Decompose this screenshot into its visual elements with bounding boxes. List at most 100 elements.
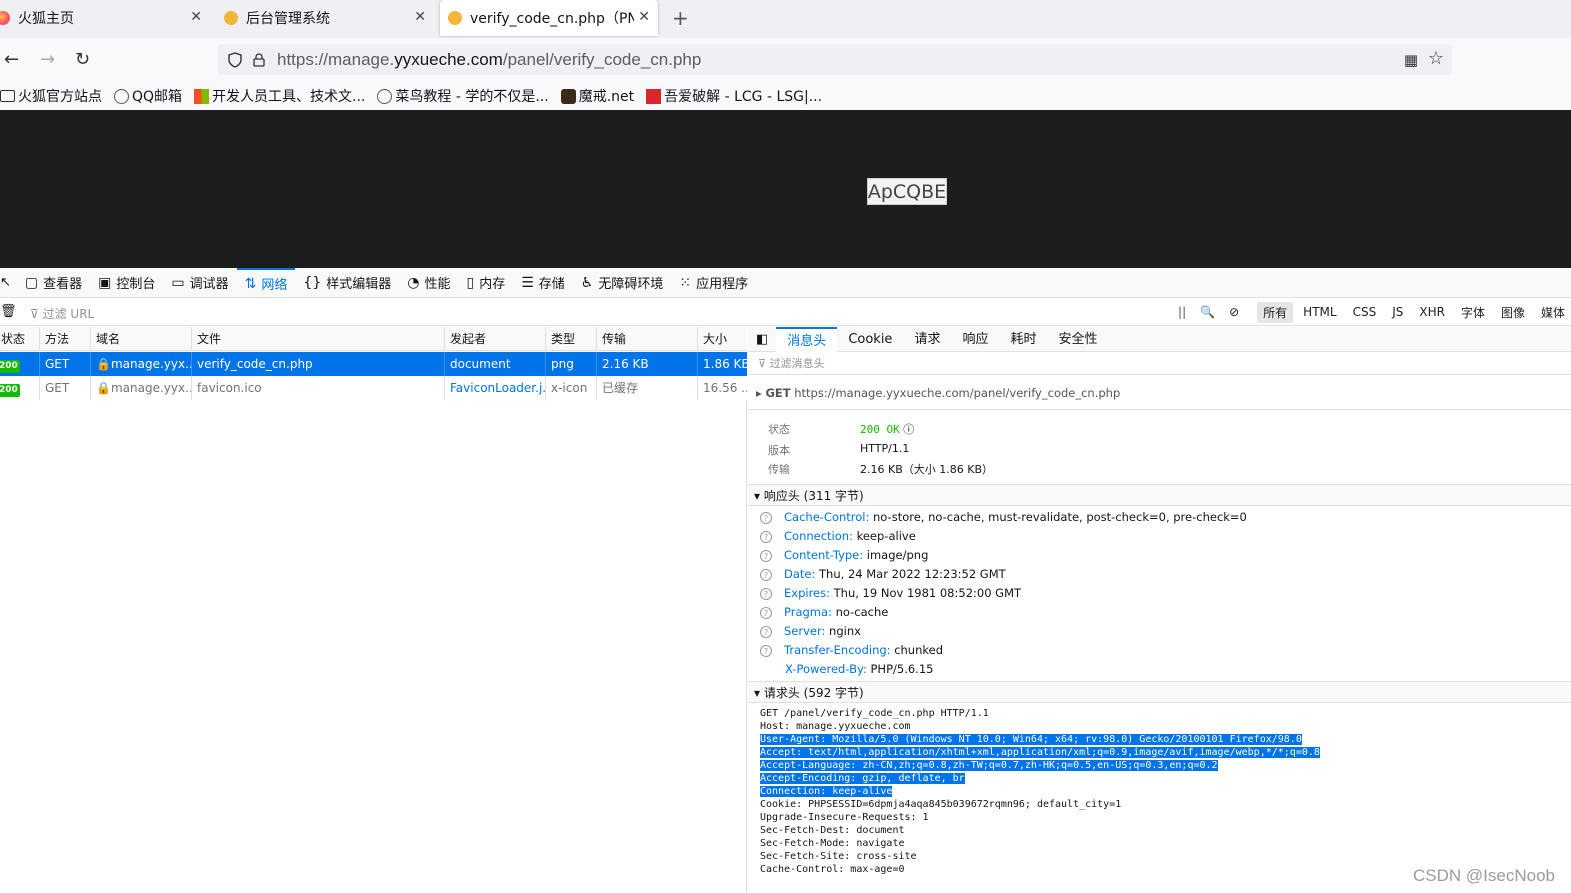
network-filter-bar: 🗑 ⊽ 过滤 URL || 🔍 ⊘ 所有 HTML CSS JS XHR 字体 … bbox=[0, 298, 1571, 326]
url-bar[interactable]: https://manage.yyxueche.com/panel/verify… bbox=[218, 44, 1452, 75]
col-status[interactable]: 状态 bbox=[0, 327, 40, 351]
tab-timings[interactable]: 耗时 bbox=[999, 327, 1047, 352]
bookmark-item[interactable]: 开发人员工具、技术文... bbox=[194, 86, 365, 106]
col-domain[interactable]: 域名 bbox=[91, 327, 192, 351]
block-icon[interactable]: ⊘ bbox=[1229, 305, 1239, 319]
filter-font[interactable]: 字体 bbox=[1455, 302, 1491, 323]
tab-verify-code[interactable]: verify_code_cn.php（PNG ✕ bbox=[440, 0, 658, 36]
col-method[interactable]: 方法 bbox=[40, 327, 91, 351]
cell-method: GET bbox=[40, 376, 91, 400]
filter-xhr[interactable]: XHR bbox=[1413, 303, 1451, 321]
globe-icon bbox=[377, 88, 393, 104]
cell-method: GET bbox=[40, 352, 91, 376]
col-transfer[interactable]: 传输 bbox=[597, 327, 698, 351]
request-headers-section[interactable]: ▾ 请求头 (592 字节) bbox=[748, 681, 1571, 703]
response-header-row: ? Connection: keep-alive bbox=[760, 529, 916, 543]
page-favicon-icon bbox=[224, 11, 238, 25]
new-tab-button[interactable]: + bbox=[672, 6, 689, 30]
trash-icon[interactable]: 🗑 bbox=[0, 304, 17, 319]
toggle-panel-icon[interactable]: ◧ bbox=[748, 327, 776, 352]
gauge-icon: ◔ bbox=[407, 274, 420, 291]
tool-storage[interactable]: ☰ 存储 bbox=[513, 268, 573, 298]
tab-cookies[interactable]: Cookie bbox=[837, 327, 903, 352]
memory-icon: ▯ bbox=[466, 274, 475, 291]
pause-icon[interactable]: || bbox=[1178, 305, 1186, 319]
filter-all[interactable]: 所有 bbox=[1257, 301, 1294, 323]
lock-icon[interactable] bbox=[253, 52, 265, 67]
cell-type: png bbox=[546, 352, 597, 376]
filter-headers-input[interactable]: ⊽ 过滤消息头 bbox=[748, 353, 1571, 375]
cell-size: 16.56 ... bbox=[703, 381, 747, 395]
col-size[interactable]: 大小 bbox=[698, 327, 747, 351]
tool-application[interactable]: ⁙ 应用程序 bbox=[671, 268, 756, 298]
filter-css[interactable]: CSS bbox=[1347, 303, 1383, 321]
tab-firefox-home[interactable]: 火狐主页 ✕ bbox=[0, 0, 210, 36]
qr-code-icon[interactable]: ▦ bbox=[1404, 51, 1418, 69]
tool-debugger[interactable]: ▭ 调试器 bbox=[163, 268, 236, 298]
forward-icon[interactable]: → bbox=[40, 49, 55, 70]
tool-network[interactable]: ⇅ 网络 bbox=[236, 267, 296, 298]
cell-transfer: 已缓存 bbox=[597, 376, 698, 400]
cell-size: 1.86 KB bbox=[703, 357, 747, 371]
help-icon: ⓘ bbox=[903, 423, 915, 436]
col-file[interactable]: 文件 bbox=[192, 327, 445, 351]
filter-js[interactable]: JS bbox=[1386, 303, 1409, 321]
firefox-icon bbox=[0, 11, 10, 25]
bookmark-item[interactable]: 吾爱破解 - LCG - LSG|... bbox=[646, 86, 822, 106]
reload-icon[interactable]: ↻ bbox=[75, 49, 90, 70]
filter-url-input[interactable]: ⊽ 过滤 URL bbox=[30, 305, 94, 322]
response-header-row: X-Powered-By: PHP/5.6.15 bbox=[785, 662, 934, 676]
help-icon: ? bbox=[760, 645, 772, 657]
tab-headers[interactable]: 消息头 bbox=[776, 326, 838, 352]
cell-domain: 🔒manage.yyx... bbox=[91, 352, 192, 376]
status-badge: 200 bbox=[0, 360, 20, 373]
tab-admin[interactable]: 后台管理系统 ✕ bbox=[222, 0, 434, 36]
tab-security[interactable]: 安全性 bbox=[1047, 327, 1108, 352]
pick-element-icon[interactable]: ↖ bbox=[0, 268, 17, 298]
close-icon[interactable]: ✕ bbox=[414, 9, 426, 25]
col-type[interactable]: 类型 bbox=[546, 327, 597, 351]
filter-image[interactable]: 图像 bbox=[1495, 302, 1531, 323]
tool-console[interactable]: ▣ 控制台 bbox=[90, 268, 163, 298]
col-initiator[interactable]: 发起者 bbox=[445, 327, 546, 351]
tool-style-editor[interactable]: {} 样式编辑器 bbox=[295, 268, 399, 298]
help-icon: ? bbox=[760, 626, 772, 638]
bookmark-star-icon[interactable]: ☆ bbox=[1428, 48, 1444, 69]
tab-request[interactable]: 请求 bbox=[903, 327, 951, 352]
shield-icon[interactable] bbox=[227, 51, 243, 68]
search-icon[interactable]: 🔍 bbox=[1200, 305, 1215, 319]
cell-domain: 🔒manage.yyx... bbox=[91, 376, 192, 400]
raw-request-headers[interactable]: GET /panel/verify_code_cn.php HTTP/1.1 Ho… bbox=[760, 707, 1320, 876]
cell-initiator[interactable]: FaviconLoader.j... bbox=[445, 376, 546, 400]
request-summary[interactable]: ▸ GET https://manage.yyxueche.com/panel/… bbox=[748, 376, 1571, 410]
close-icon[interactable]: ✕ bbox=[634, 9, 650, 25]
response-headers-section[interactable]: ▾ 响应头 (311 字节) bbox=[748, 484, 1571, 506]
tool-memory[interactable]: ▯ 内存 bbox=[458, 268, 513, 298]
watermark: CSDN @IsecNoob bbox=[1413, 866, 1555, 885]
tab-response[interactable]: 响应 bbox=[951, 327, 999, 352]
filter-media[interactable]: 媒体 bbox=[1535, 302, 1571, 323]
inspector-icon: ▢ bbox=[24, 274, 39, 291]
tool-accessibility[interactable]: ♿ 无障碍环境 bbox=[573, 268, 672, 298]
braces-icon: {} bbox=[303, 274, 322, 291]
tool-inspector[interactable]: ▢ 查看器 bbox=[17, 268, 90, 298]
bookmarks-toolbar: 火狐官方站点 QQ邮箱 开发人员工具、技术文... 菜鸟教程 - 学的不仅是..… bbox=[0, 82, 1571, 110]
bookmark-item[interactable]: 菜鸟教程 - 学的不仅是... bbox=[377, 86, 549, 106]
table-row[interactable]: 200 GET 🔒manage.yyx... favicon.ico Favic… bbox=[0, 376, 747, 400]
help-icon: ? bbox=[760, 569, 772, 581]
globe-icon bbox=[114, 88, 129, 104]
response-header-row: ? Expires: Thu, 19 Nov 1981 08:52:00 GMT bbox=[760, 586, 1021, 600]
bookmark-item[interactable]: 魔戒.net bbox=[560, 86, 634, 106]
url-text[interactable]: https://manage.yyxueche.com/panel/verify… bbox=[277, 50, 701, 70]
table-row[interactable]: 200 GET 🔒manage.yyx... verify_code_cn.ph… bbox=[0, 352, 747, 376]
close-icon[interactable]: ✕ bbox=[190, 9, 202, 25]
request-table: 状态 方法 域名 文件 发起者 类型 传输 大小 200 GET 🔒manage… bbox=[0, 327, 747, 893]
back-icon[interactable]: ← bbox=[4, 49, 19, 70]
filter-html[interactable]: HTML bbox=[1297, 303, 1342, 321]
tab-title: 火狐主页 bbox=[18, 11, 74, 27]
cell-file: verify_code_cn.php bbox=[192, 352, 445, 376]
tool-performance[interactable]: ◔ 性能 bbox=[399, 268, 458, 298]
response-header-row: ? Cache-Control: no-store, no-cache, must… bbox=[760, 510, 1247, 524]
bookmark-item[interactable]: 火狐官方站点 bbox=[0, 86, 102, 106]
bookmark-item[interactable]: QQ邮箱 bbox=[114, 86, 182, 106]
